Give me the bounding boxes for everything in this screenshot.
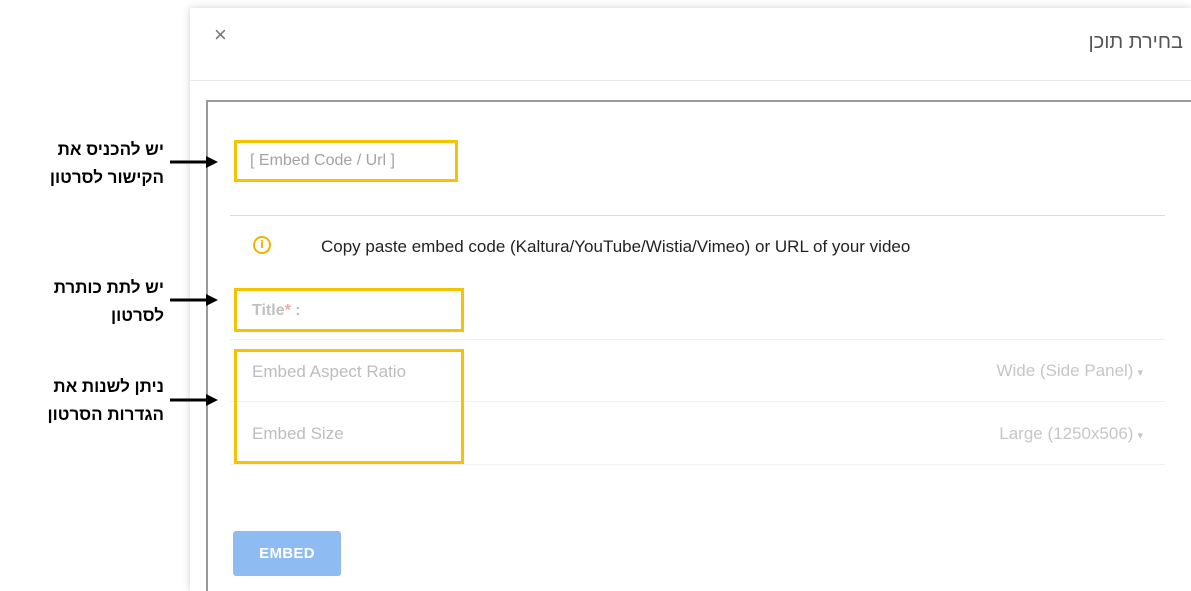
embed-button[interactable]: EMBED: [233, 531, 341, 576]
annotation-link: יש להכניס את הקישור לסרטון: [50, 136, 164, 192]
embed-size-label: Embed Size: [252, 424, 344, 443]
row-divider: [230, 339, 1165, 340]
divider: [230, 215, 1165, 216]
title-field[interactable]: Title* :: [234, 288, 464, 332]
modal-header: × בחירת תוכן: [190, 8, 1191, 81]
aspect-ratio-label: Embed Aspect Ratio: [252, 362, 407, 381]
annotation-line: לסרטון: [110, 306, 164, 325]
arrow-right-icon: [170, 156, 218, 168]
embed-code-input[interactable]: [234, 140, 458, 182]
chevron-down-icon: ▾: [1137, 367, 1143, 379]
annotation-title: יש לתת כותרת לסרטון: [54, 274, 164, 330]
annotation-line: הגדרות הסרטון: [47, 405, 165, 424]
annotation-line: יש לתת כותרת: [53, 278, 164, 297]
arrow-right-icon: [170, 294, 218, 306]
embed-size-select[interactable]: Large (1250x506) ▾: [999, 424, 1143, 444]
annotation-line: הקישור לסרטון: [49, 168, 164, 187]
chevron-down-icon: ▾: [1137, 430, 1143, 442]
arrow-right-icon: [170, 394, 218, 406]
close-icon[interactable]: ×: [214, 24, 227, 46]
row-divider: [230, 464, 1165, 465]
title-label: Title* :: [252, 302, 301, 319]
embed-size-value: Large (1250x506): [999, 424, 1134, 443]
info-icon: i: [253, 236, 271, 254]
embed-settings-highlight: Embed Aspect Ratio Embed Size: [234, 349, 464, 464]
modal-title: בחירת תוכן: [1088, 31, 1184, 53]
annotation-line: יש להכניס את: [57, 140, 164, 159]
annotation-line: ניתן לשנות את: [53, 377, 164, 396]
content-selection-modal: × בחירת תוכן i Copy paste embed code (Ka…: [190, 8, 1191, 591]
annotation-settings: ניתן לשנות את הגדרות הסרטון: [48, 373, 165, 429]
aspect-ratio-select[interactable]: Wide (Side Panel) ▾: [996, 361, 1143, 381]
aspect-ratio-value: Wide (Side Panel): [996, 361, 1134, 380]
info-text: Copy paste embed code (Kaltura/YouTube/W…: [321, 237, 911, 256]
